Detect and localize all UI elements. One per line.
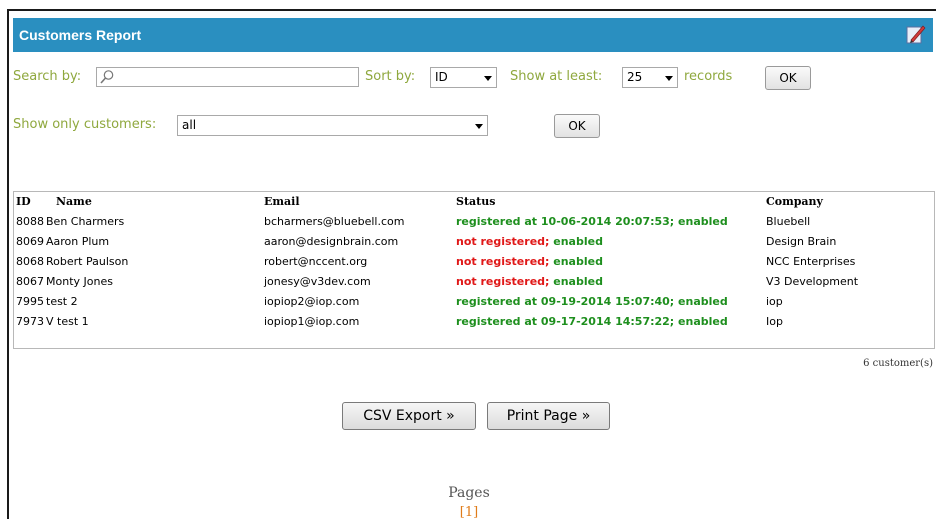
chevron-down-icon <box>475 124 483 129</box>
column-header-id: ID <box>16 195 31 208</box>
page-link-current[interactable]: [1] <box>439 505 499 520</box>
cell-id: 7995 <box>16 295 44 308</box>
csv-export-button[interactable]: CSV Export » <box>342 402 476 430</box>
ok-button-secondary[interactable]: OK <box>554 114 600 138</box>
cell-email: bcharmers@bluebell.com <box>264 215 405 228</box>
table-row[interactable]: 8069 Aaron Plum aaron@designbrain.com no… <box>14 232 934 252</box>
table-row[interactable]: 8068 Robert Paulson robert@nccent.org no… <box>14 252 934 272</box>
cell-id: 8069 <box>16 235 44 248</box>
sort-value: ID <box>435 70 448 84</box>
cell-status: not registered; enabled <box>456 255 603 268</box>
ok-button-label: OK <box>779 71 797 85</box>
cell-name: Monty Jones <box>46 275 113 288</box>
show-at-least-select[interactable]: 25 <box>622 67 678 88</box>
pages-label: Pages <box>448 485 490 501</box>
title-bar: Customers Report <box>13 18 933 52</box>
records-label: records <box>684 69 733 84</box>
cell-status: registered at 09-19-2014 15:07:40; enabl… <box>456 295 728 308</box>
cell-status: not registered; enabled <box>456 235 603 248</box>
show-only-label: Show only customers: <box>13 117 157 132</box>
table-row[interactable]: 8067 Monty Jones jonesy@v3dev.com not re… <box>14 272 934 292</box>
table-row[interactable]: 7973 V test 1 iopiop1@iop.com registered… <box>14 312 934 332</box>
cell-company: Bluebell <box>766 215 811 228</box>
print-page-button[interactable]: Print Page » <box>487 402 610 430</box>
cell-id: 7973 <box>16 315 44 328</box>
cell-id: 8068 <box>16 255 44 268</box>
table-row[interactable]: 7995 test 2 iopiop2@iop.com registered a… <box>14 292 934 312</box>
show-at-least-value: 25 <box>627 70 643 84</box>
status-enabled: enabled <box>549 255 603 268</box>
cell-status: not registered; enabled <box>456 275 603 288</box>
print-page-label: Print Page » <box>506 408 591 424</box>
ok-button[interactable]: OK <box>765 66 811 90</box>
cell-email: iopiop2@iop.com <box>264 295 360 308</box>
customers-table: ID Name Email Status Company 8088 Ben Ch… <box>13 191 935 349</box>
cell-name: V test 1 <box>46 315 89 328</box>
ok-button-secondary-label: OK <box>568 119 586 133</box>
cell-email: iopiop1@iop.com <box>264 315 360 328</box>
cell-name: Robert Paulson <box>46 255 129 268</box>
search-input[interactable] <box>96 67 359 87</box>
magnifier-icon <box>100 70 114 84</box>
customer-filter-select[interactable]: all <box>177 115 488 136</box>
status-enabled: enabled <box>549 275 603 288</box>
cell-name: Aaron Plum <box>46 235 110 248</box>
cell-status: registered at 10-06-2014 20:07:53; enabl… <box>456 215 728 228</box>
cell-name: Ben Charmers <box>46 215 125 228</box>
customer-filter-value: all <box>182 118 197 132</box>
edit-report-icon[interactable] <box>905 23 927 45</box>
cell-email: jonesy@v3dev.com <box>264 275 371 288</box>
cell-company: iop <box>766 295 783 308</box>
table-header-row: ID Name Email Status Company <box>14 192 934 212</box>
sort-label: Sort by: <box>365 69 416 84</box>
cell-company: V3 Development <box>766 275 859 288</box>
column-header-company: Company <box>766 195 823 208</box>
sort-select[interactable]: ID <box>430 67 497 88</box>
status-not-registered: not registered; <box>456 255 550 268</box>
report-window: Customers Report Search by: Sort by: ID … <box>7 9 936 520</box>
chevron-down-icon <box>665 76 673 81</box>
chevron-down-icon <box>484 76 492 81</box>
status-enabled: enabled <box>549 235 603 248</box>
column-header-name: Name <box>56 195 92 208</box>
cell-company: NCC Enterprises <box>766 255 856 268</box>
show-at-least-label: Show at least: <box>510 69 603 84</box>
csv-export-label: CSV Export » <box>363 408 455 424</box>
search-label: Search by: <box>13 69 82 84</box>
status-not-registered: not registered; <box>456 235 550 248</box>
cell-company: Iop <box>766 315 783 328</box>
cell-id: 8067 <box>16 275 44 288</box>
cell-email: aaron@designbrain.com <box>264 235 399 248</box>
table-row[interactable]: 8088 Ben Charmers bcharmers@bluebell.com… <box>14 212 934 232</box>
status-not-registered: not registered; <box>456 275 550 288</box>
cell-status: registered at 09-17-2014 14:57:22; enabl… <box>456 315 728 328</box>
customer-count: 6 customer(s) <box>863 358 933 369</box>
column-header-status: Status <box>456 195 496 208</box>
cell-name: test 2 <box>46 295 78 308</box>
cell-email: robert@nccent.org <box>264 255 368 268</box>
page-title: Customers Report <box>19 27 142 43</box>
cell-id: 8088 <box>16 215 44 228</box>
cell-company: Design Brain <box>766 235 837 248</box>
column-header-email: Email <box>264 195 300 208</box>
